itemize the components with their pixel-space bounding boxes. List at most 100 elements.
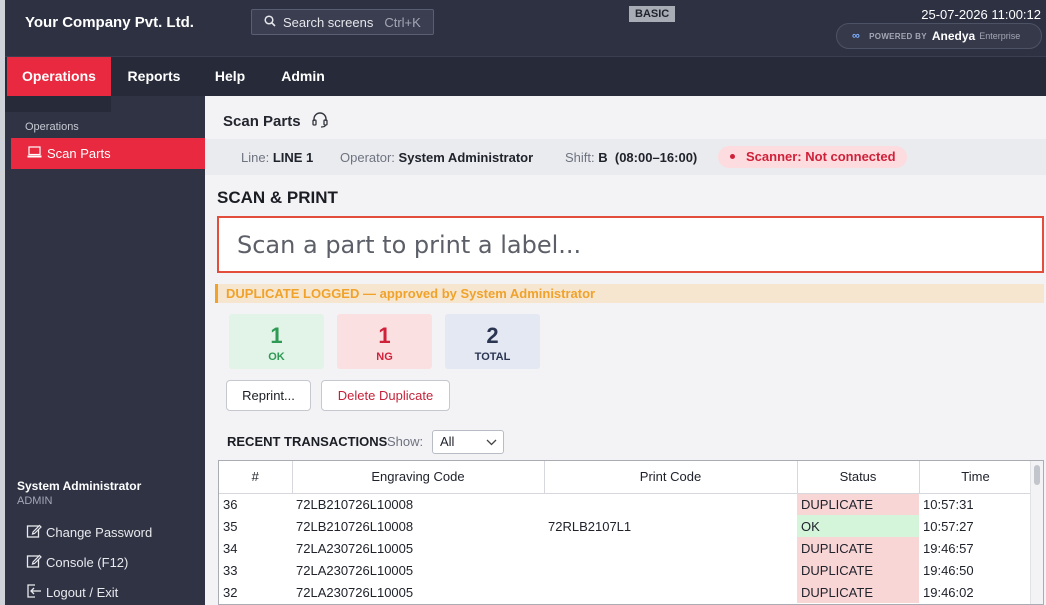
sidebar-group-label: Operations: [25, 121, 79, 133]
col-header-engraving[interactable]: Engraving Code: [292, 461, 545, 494]
change-password-link[interactable]: Change Password: [26, 523, 152, 542]
show-filter-label: Show:: [387, 434, 424, 449]
powered-tier: Enterprise: [979, 31, 1021, 41]
page-title: Scan Parts: [223, 110, 329, 132]
show-filter-select[interactable]: All: [432, 430, 504, 454]
total-count: 2: [486, 323, 499, 348]
nav-admin[interactable]: Admin: [271, 57, 335, 96]
table-row[interactable]: 34 72LA230726L10005 DUPLICATE 19:46:57: [219, 537, 1032, 559]
edit-icon: [26, 553, 46, 572]
cell-print: [544, 537, 797, 559]
cell-engraving: 72LA230726L10005: [296, 540, 414, 556]
ng-stat-card: 1 NG: [337, 314, 432, 369]
cell-status: DUPLICATE: [797, 559, 919, 581]
table-row[interactable]: 32 72LA230726L10005 DUPLICATE 19:46:02: [219, 581, 1032, 603]
nav-reports[interactable]: Reports: [118, 57, 190, 96]
cell-num: 32: [223, 584, 238, 600]
logout-label: Logout / Exit: [46, 585, 119, 600]
console-link[interactable]: Console (F12): [26, 553, 128, 572]
cell-status: OK: [797, 515, 919, 537]
table-row[interactable]: 33 72LA230726L10005 DUPLICATE 19:46:50: [219, 559, 1032, 581]
sidebar-item-label: Scan Parts: [47, 146, 111, 161]
col-header-print[interactable]: Print Code: [544, 461, 798, 494]
cell-num: 34: [223, 540, 238, 556]
powered-by-label: POWERED BY: [869, 31, 927, 41]
operator-value: System Administrator: [398, 150, 534, 165]
ok-label: OK: [268, 351, 285, 363]
cell-time: 19:46:02: [923, 584, 974, 600]
logout-icon: [26, 583, 46, 602]
headset-icon[interactable]: [301, 110, 329, 132]
shift-info: Shift: B (08:00–16:00): [565, 150, 697, 165]
status-dot-icon: [730, 154, 735, 160]
laptop-icon: [27, 146, 47, 161]
reprint-button[interactable]: Reprint...: [226, 380, 311, 411]
search-shortcut: Ctrl+K: [384, 14, 421, 30]
delete-duplicate-button[interactable]: Delete Duplicate: [321, 380, 450, 411]
status-bar: Line: LINE 1 Operator: System Administra…: [205, 139, 1046, 175]
cell-print: [544, 559, 797, 581]
section-title: SCAN & PRINT: [217, 188, 338, 207]
cell-time: 19:46:50: [923, 562, 974, 578]
sidebar: Operations Scan Parts System Administrat…: [5, 96, 205, 605]
anedya-logo-icon: ∞: [852, 30, 861, 42]
console-label: Console (F12): [46, 555, 129, 570]
cell-engraving: 72LA230726L10005: [296, 584, 414, 600]
logout-link[interactable]: Logout / Exit: [26, 583, 118, 602]
user-name: System Administrator: [17, 479, 142, 493]
app-header: Your Company Pvt. Ltd. Search screens Ct…: [5, 0, 1046, 56]
operator-label: Operator:: [340, 150, 395, 165]
window-edge: [0, 0, 5, 605]
ok-stat-card: 1 OK: [229, 314, 324, 369]
show-filter-value: All: [440, 434, 455, 449]
col-header-num[interactable]: #: [219, 461, 293, 494]
cell-engraving: 72LB210726L10008: [296, 496, 414, 512]
table-header-row: # Engraving Code Print Code Status Time: [219, 461, 1033, 494]
cell-num: 35: [223, 518, 238, 534]
nav-operations[interactable]: Operations: [7, 57, 111, 96]
col-header-status[interactable]: Status: [797, 461, 920, 494]
line-value: LINE 1: [272, 150, 314, 165]
recent-transactions-title: RECENT TRANSACTIONS: [227, 434, 388, 449]
shift-value: B: [598, 150, 608, 165]
plan-badge: BASIC: [629, 6, 676, 22]
powered-brand: Anedya: [931, 29, 976, 43]
search-icon: [264, 14, 283, 30]
cell-status: DUPLICATE: [797, 493, 919, 515]
sidebar-item-scan-parts[interactable]: Scan Parts: [11, 138, 205, 169]
ok-count: 1: [270, 323, 283, 348]
change-password-label: Change Password: [46, 525, 153, 540]
scanner-status-badge: Scanner: Not connected: [718, 146, 907, 168]
transactions-table: # Engraving Code Print Code Status Time …: [218, 460, 1044, 605]
col-header-time[interactable]: Time: [919, 461, 1033, 494]
cell-time: 19:46:57: [923, 540, 974, 556]
duplicate-banner: DUPLICATE LOGGED — approved by System Ad…: [215, 284, 1044, 303]
operator-info: Operator: System Administrator: [340, 150, 533, 165]
cell-status: DUPLICATE: [797, 537, 919, 559]
powered-by-badge: ∞ POWERED BY Anedya Enterprise: [836, 23, 1042, 49]
cell-print: 72RLB2107L1: [548, 518, 632, 534]
main-nav: Operations Reports Help Admin: [5, 56, 1046, 96]
table-scrollbar[interactable]: [1030, 461, 1043, 604]
line-info: Line: LINE 1: [241, 150, 313, 165]
company-name: Your Company Pvt. Ltd.: [25, 14, 194, 31]
cell-engraving: 72LA230726L10005: [296, 562, 414, 578]
datetime: 25-07-2026 11:00:12: [921, 7, 1041, 22]
table-row[interactable]: 36 72LB210726L10008 DUPLICATE 10:57:31: [219, 493, 1032, 515]
total-label: TOTAL: [474, 351, 511, 363]
nav-help[interactable]: Help: [203, 57, 257, 96]
cell-time: 10:57:27: [923, 518, 974, 534]
page-title-text: Scan Parts: [223, 112, 301, 130]
scrollbar-thumb[interactable]: [1034, 465, 1040, 485]
ng-count: 1: [378, 323, 391, 348]
cell-print: [544, 493, 797, 515]
cell-engraving: 72LB210726L10008: [296, 518, 414, 534]
cell-num: 36: [223, 496, 238, 512]
search-screens-button[interactable]: Search screens Ctrl+K: [251, 9, 434, 35]
scan-input[interactable]: [217, 216, 1044, 273]
cell-num: 33: [223, 562, 238, 578]
ng-label: NG: [376, 351, 393, 363]
table-row[interactable]: 35 72LB210726L10008 72RLB2107L1 OK 10:57…: [219, 515, 1032, 537]
main-content: Scan Parts Line: LINE 1 Operator: System…: [205, 96, 1046, 605]
search-label: Search screens: [283, 14, 374, 30]
